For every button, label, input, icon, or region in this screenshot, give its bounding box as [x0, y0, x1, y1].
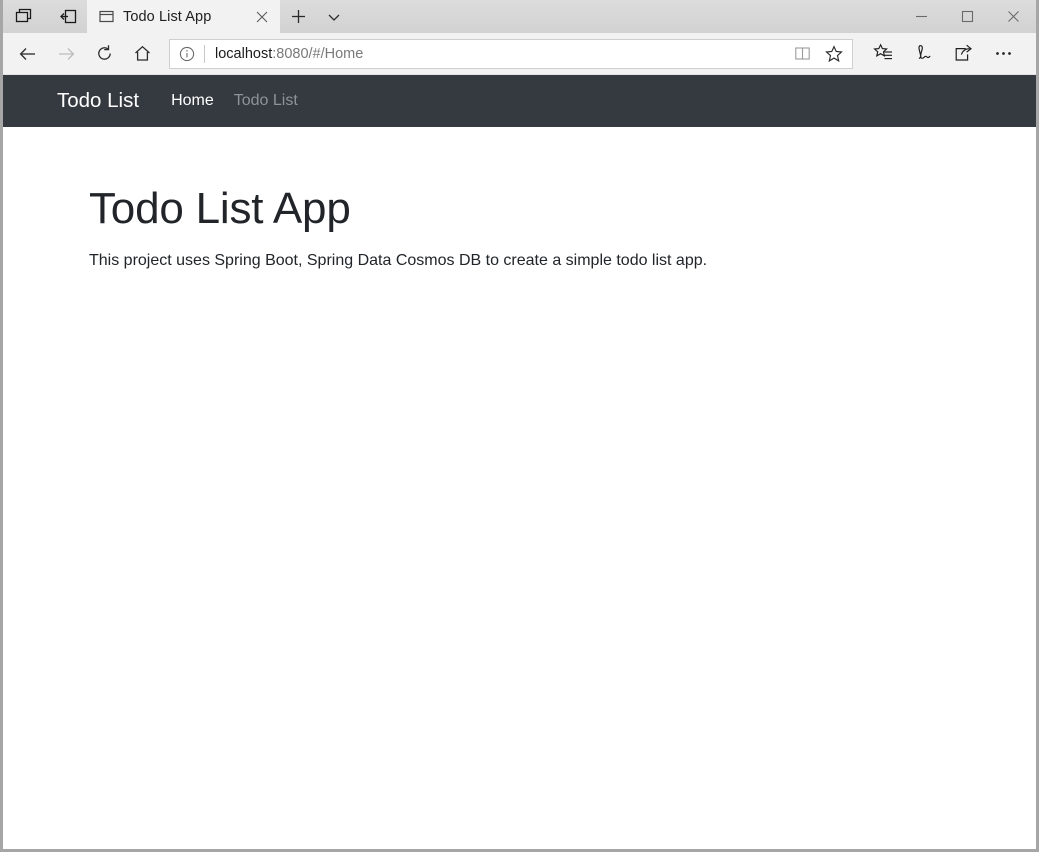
- home-button[interactable]: [123, 37, 161, 71]
- set-aside-tabs-icon[interactable]: [53, 2, 83, 32]
- page-icon: [98, 9, 114, 25]
- site-brand[interactable]: Todo List: [57, 89, 139, 113]
- star-icon[interactable]: [818, 40, 850, 68]
- address-path: :8080/#/Home: [272, 46, 363, 62]
- site-navbar: Todo List Home Todo List: [3, 75, 1036, 127]
- chevron-down-icon[interactable]: [316, 0, 352, 33]
- sidebar-item-home[interactable]: Home: [161, 92, 224, 110]
- new-tab-button[interactable]: [280, 0, 316, 33]
- page-description: This project uses Spring Boot, Spring Da…: [89, 249, 1036, 273]
- browser-toolbar: localhost:8080/#/Home: [3, 33, 1036, 75]
- book-icon[interactable]: [786, 40, 818, 68]
- web-note-button[interactable]: [903, 37, 943, 71]
- page-title: Todo List App: [89, 185, 1036, 233]
- address-host: localhost: [215, 46, 272, 62]
- tab-title: Todo List App: [123, 9, 243, 25]
- settings-more-button[interactable]: [983, 37, 1023, 71]
- tab-preview-icon[interactable]: [9, 2, 39, 32]
- address-bar[interactable]: localhost:8080/#/Home: [169, 39, 853, 69]
- browser-tab[interactable]: Todo List App: [87, 0, 280, 33]
- forward-button[interactable]: [47, 37, 85, 71]
- browser-window: Todo List App: [0, 0, 1039, 852]
- refresh-button[interactable]: [85, 37, 123, 71]
- page-viewport: Todo List Home Todo List Todo List App T…: [3, 75, 1036, 849]
- titlebar-left-icons: [3, 0, 87, 33]
- minimize-button[interactable]: [898, 0, 944, 33]
- back-button[interactable]: [9, 37, 47, 71]
- info-icon[interactable]: [170, 40, 204, 68]
- window-controls: [898, 0, 1036, 33]
- page-content: Todo List App This project uses Spring B…: [3, 127, 1036, 273]
- browser-toolbar-right: [863, 37, 1023, 71]
- maximize-button[interactable]: [944, 0, 990, 33]
- share-button[interactable]: [943, 37, 983, 71]
- tab-close-icon[interactable]: [252, 7, 272, 27]
- address-url[interactable]: localhost:8080/#/Home: [205, 46, 786, 62]
- favorites-hub-button[interactable]: [863, 37, 903, 71]
- sidebar-item-todo-list[interactable]: Todo List: [224, 92, 308, 110]
- browser-titlebar: Todo List App: [3, 0, 1036, 33]
- close-button[interactable]: [990, 0, 1036, 33]
